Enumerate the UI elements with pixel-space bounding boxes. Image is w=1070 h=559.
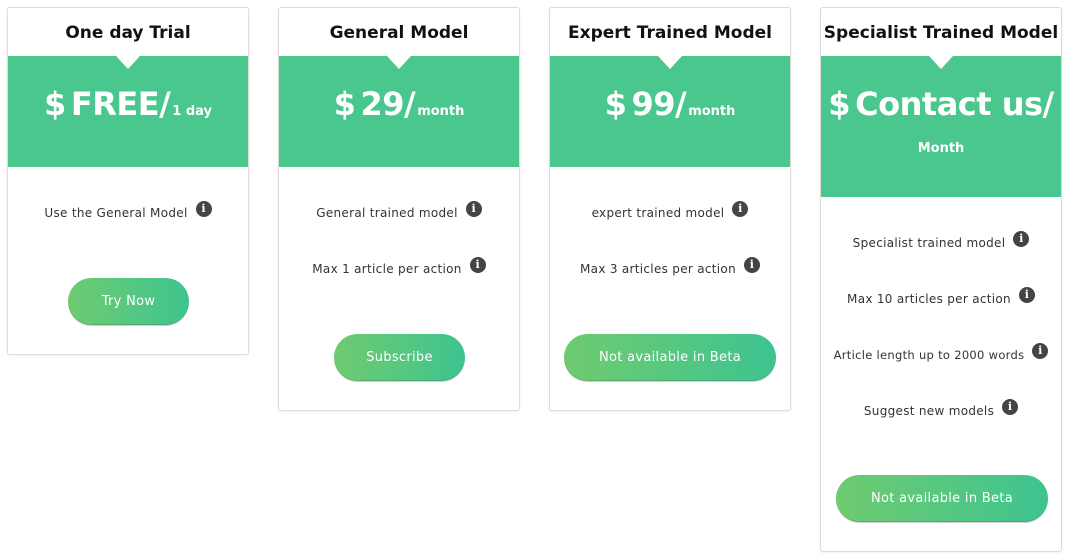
price-unit: 1 day xyxy=(172,104,212,119)
feature-item: Suggest new models i xyxy=(821,399,1061,459)
feature-list: Specialist trained model i Max 10 article… xyxy=(821,231,1061,459)
feature-list: General trained model i Max 1 article per… xyxy=(279,201,519,317)
feature-item: Max 1 article per action i xyxy=(279,257,519,317)
price-value: 29/ xyxy=(360,85,416,123)
feature-item: Use the General Model i xyxy=(8,201,248,261)
subscribe-button[interactable]: Subscribe xyxy=(334,334,465,381)
price-unit: month xyxy=(417,104,465,119)
price-unit: Month xyxy=(917,141,965,156)
price-currency: $ xyxy=(44,85,66,123)
price-line: $ 99/month xyxy=(550,56,790,120)
price-band: $ Contact us/ Month xyxy=(821,56,1061,197)
price-line: $ FREE/1 day xyxy=(8,56,248,120)
feature-list: expert trained model i Max 3 articles per… xyxy=(550,201,790,317)
try-now-button[interactable]: Try Now xyxy=(68,278,189,325)
info-icon[interactable]: i xyxy=(469,257,486,273)
feature-text: Max 1 article per action xyxy=(312,262,462,276)
feature-list: Use the General Model i xyxy=(8,201,248,261)
plan-card-specialist: Specialist Trained Model $ Contact us/ M… xyxy=(820,7,1062,552)
plan-title: Expert Trained Model xyxy=(568,23,772,43)
not-available-button[interactable]: Not available in Beta xyxy=(564,334,776,381)
plan-title: One day Trial xyxy=(65,23,191,43)
feature-item: expert trained model i xyxy=(550,201,790,261)
price-currency: $ xyxy=(604,85,627,123)
info-icon[interactable]: i xyxy=(1018,287,1035,303)
price-band: $ 29/month xyxy=(279,56,519,167)
feature-text: General trained model xyxy=(316,206,458,220)
feature-item: Max 10 articles per action i xyxy=(821,287,1061,347)
feature-text: Max 3 articles per action xyxy=(580,262,736,276)
feature-text: Max 10 articles per action xyxy=(847,292,1011,306)
info-icon[interactable]: i xyxy=(465,201,482,217)
info-icon[interactable]: i xyxy=(195,201,212,217)
info-icon[interactable]: i xyxy=(1002,399,1019,415)
price-currency: $ xyxy=(333,85,356,123)
not-available-button[interactable]: Not available in Beta xyxy=(836,475,1048,522)
info-icon[interactable]: i xyxy=(732,201,749,217)
price-value: Contact us/ xyxy=(855,85,1054,123)
price-line: $ Contact us/ Month xyxy=(821,56,1061,155)
price-line: $ 29/month xyxy=(279,56,519,120)
feature-text: Specialist trained model xyxy=(852,236,1006,250)
feature-item: Article length up to 2000 words i xyxy=(821,343,1061,403)
price-currency: $ xyxy=(828,85,851,123)
price-band: $ FREE/1 day xyxy=(8,56,248,167)
feature-text: Suggest new models xyxy=(863,404,995,418)
feature-item: Max 3 articles per action i xyxy=(550,257,790,317)
info-icon[interactable]: i xyxy=(1013,231,1030,247)
price-band: $ 99/month xyxy=(550,56,790,167)
info-icon[interactable]: i xyxy=(743,257,760,273)
plan-title: General Model xyxy=(329,23,469,43)
plan-card-trial: One day Trial $ FREE/1 day Use the Gener… xyxy=(7,7,249,355)
price-value: FREE/ xyxy=(70,85,171,123)
feature-text: Use the General Model xyxy=(44,206,188,220)
plan-title: Specialist Trained Model xyxy=(823,23,1059,43)
info-icon[interactable]: i xyxy=(1032,343,1049,359)
feature-text: expert trained model xyxy=(591,206,725,220)
feature-item: General trained model i xyxy=(279,201,519,261)
price-value: 99/ xyxy=(631,85,687,123)
price-unit: month xyxy=(688,104,736,119)
feature-item: Specialist trained model i xyxy=(821,231,1061,291)
feature-text: Article length up to 2000 words xyxy=(833,348,1025,362)
plan-card-expert: Expert Trained Model $ 99/month expert t… xyxy=(549,7,791,411)
plan-card-general: General Model $ 29/month General trained… xyxy=(278,7,520,411)
